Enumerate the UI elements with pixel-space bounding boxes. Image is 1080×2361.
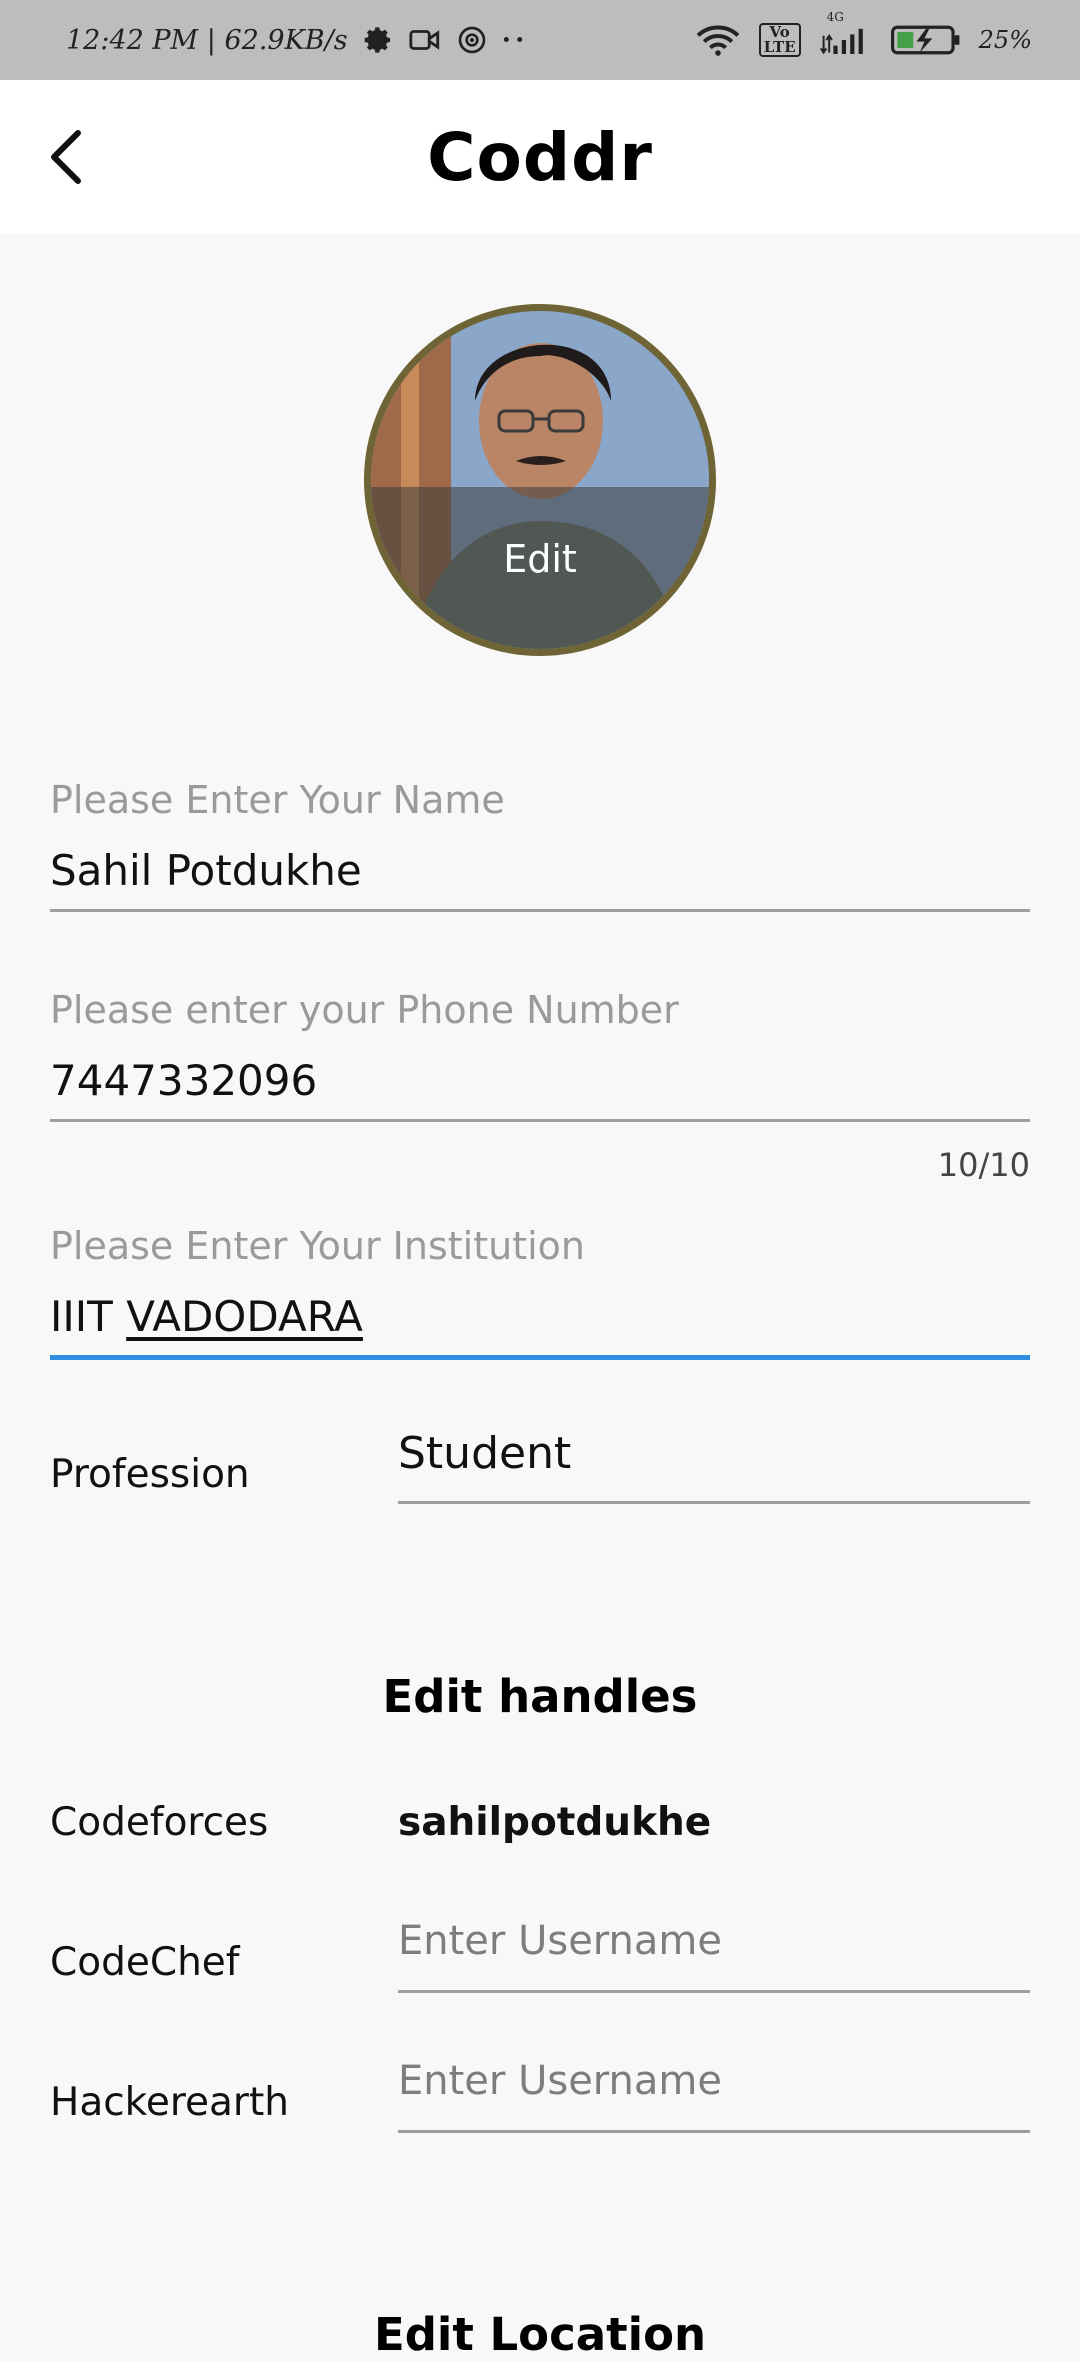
status-bar: 12:42 PM | 62.9KB/s ·· Vo LTE 4G 25% <box>0 0 1080 80</box>
hackerearth-input[interactable]: Enter Username <box>398 2058 1030 2130</box>
app-bar: Coddr <box>0 80 1080 234</box>
institution-value-prefix: IIIT <box>50 1292 113 1341</box>
profile-form: Edit Please Enter Your Name Sahil Potduk… <box>0 234 1080 2361</box>
hackerearth-label: Hackerearth <box>50 2080 289 2125</box>
name-underline <box>50 909 1030 912</box>
institution-label: Please Enter Your Institution <box>50 1224 585 1268</box>
battery-charging-icon <box>890 24 961 56</box>
institution-input[interactable]: IIIT VADODARA <box>50 1292 1030 1355</box>
edit-location-title: Edit Location <box>373 2308 707 2361</box>
codechef-label: CodeChef <box>50 1940 240 1985</box>
institution-field[interactable]: Please Enter Your Institution IIIT VADOD… <box>50 1224 1030 1360</box>
back-button[interactable] <box>36 122 96 192</box>
name-field[interactable]: Please Enter Your Name Sahil Potdukhe <box>50 778 1030 912</box>
institution-value-underlined: VADODARA <box>126 1292 363 1341</box>
codeforces-label: Codeforces <box>50 1800 269 1845</box>
status-time: 12:42 PM | 62.9KB/s <box>66 24 348 56</box>
avatar-edit-label: Edit <box>503 537 577 581</box>
hackerearth-underline <box>398 2130 1030 2133</box>
codechef-field[interactable]: Enter Username <box>398 1918 1030 1993</box>
battery-percent: 25% <box>978 26 1032 54</box>
phone-input[interactable]: 7447332096 <box>50 1056 1030 1119</box>
signal-icon: 4G <box>819 10 873 54</box>
phone-label: Please enter your Phone Number <box>50 988 679 1032</box>
volte-icon: Vo LTE <box>758 23 801 57</box>
arrow-back-icon <box>51 130 81 184</box>
video-camera-icon <box>408 25 442 55</box>
codeforces-handle[interactable]: sahilpotdukhe <box>398 1800 1030 1845</box>
codechef-input[interactable]: Enter Username <box>398 1918 1030 1990</box>
institution-underline-focused <box>50 1355 1030 1360</box>
name-input[interactable]: Sahil Potdukhe <box>50 846 1030 909</box>
codechef-underline <box>398 1990 1030 1993</box>
profession-label: Profession <box>50 1452 250 1497</box>
profession-field[interactable]: Student <box>398 1428 1030 1504</box>
page-title: Coddr <box>427 118 653 196</box>
edit-handles-title: Edit handles <box>382 1670 698 1723</box>
profession-dropdown[interactable]: Student <box>398 1428 1030 1501</box>
profession-underline <box>398 1501 1030 1504</box>
avatar[interactable]: Edit <box>364 304 716 656</box>
avatar-edit-overlay[interactable]: Edit <box>371 487 709 649</box>
more-notifications-icon: ·· <box>501 24 529 56</box>
wifi-icon <box>695 23 741 57</box>
codeforces-field[interactable]: sahilpotdukhe <box>398 1800 1030 1845</box>
hackerearth-field[interactable]: Enter Username <box>398 2058 1030 2133</box>
music-disc-icon <box>456 24 488 56</box>
phone-char-counter: 10/10 <box>937 1146 1030 1184</box>
settings-icon <box>362 24 394 56</box>
name-label: Please Enter Your Name <box>50 778 505 822</box>
phone-field[interactable]: Please enter your Phone Number 744733209… <box>50 988 1030 1122</box>
phone-underline <box>50 1119 1030 1122</box>
